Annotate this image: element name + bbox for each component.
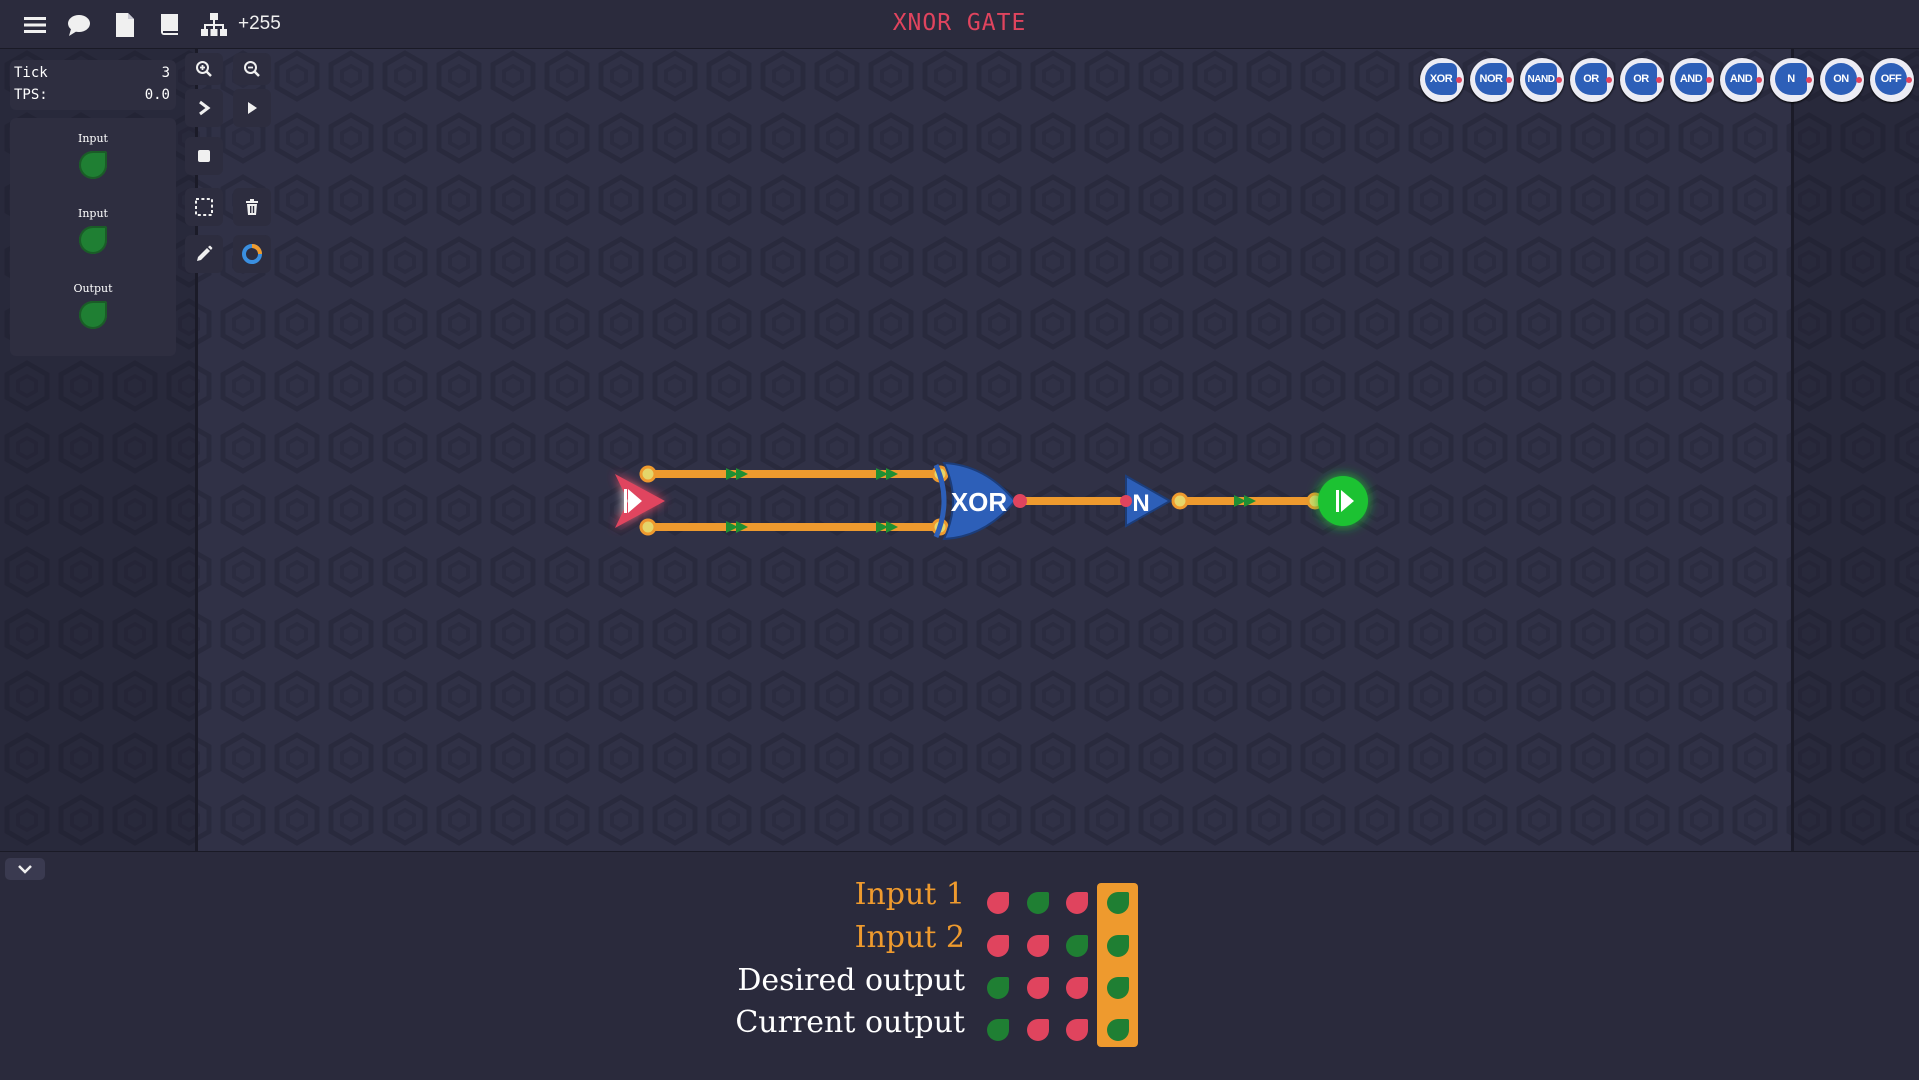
truth-cell	[987, 892, 1009, 914]
palette-on[interactable]: ON	[1820, 58, 1864, 102]
io-input-2[interactable]: Input	[10, 207, 176, 254]
step-icon	[199, 100, 211, 116]
stats-panel: Tick 3 TPS: 0.0	[10, 60, 176, 110]
delete-icon	[246, 199, 258, 215]
truth-label-desired: Desired output	[737, 963, 965, 998]
truth-cell	[1066, 935, 1088, 957]
circuit: XOR N	[615, 461, 1368, 541]
stop-icon	[198, 150, 210, 162]
zoom-in-icon	[196, 61, 212, 77]
step-button[interactable]	[185, 89, 223, 127]
pencil-icon	[197, 245, 213, 261]
truth-label-current: Current output	[735, 1005, 965, 1040]
xor-label: XOR	[951, 487, 1008, 517]
palette-and[interactable]: AND	[1670, 58, 1714, 102]
truth-cell	[1066, 892, 1088, 914]
palette-nand[interactable]: NAND	[1520, 58, 1564, 102]
select-icon	[195, 198, 213, 216]
truth-cell	[1027, 892, 1049, 914]
color-icon	[242, 244, 262, 264]
tick-label: Tick	[14, 65, 48, 81]
truth-cell	[987, 935, 1009, 957]
delete-button[interactable]	[233, 188, 271, 226]
output-node[interactable]	[1318, 476, 1368, 526]
truth-cell	[1107, 935, 1129, 957]
io-output[interactable]: Output	[10, 282, 176, 329]
not-gate[interactable]: N	[1120, 474, 1173, 528]
io-input-1[interactable]: Input	[10, 132, 176, 179]
page-title: XNOR GATE	[892, 10, 1027, 36]
color-button[interactable]	[233, 235, 271, 273]
palette-xor[interactable]: XOR	[1420, 58, 1464, 102]
truth-cell	[1066, 977, 1088, 999]
not-label: N	[1132, 490, 1149, 517]
truth-cell	[1107, 977, 1129, 999]
io-output-indicator	[79, 301, 107, 329]
io-input-2-indicator	[79, 226, 107, 254]
truth-cell	[1027, 1019, 1049, 1041]
collapse-button[interactable]	[5, 858, 45, 880]
truth-cell	[987, 977, 1009, 999]
chevron-down-icon	[18, 865, 32, 874]
truth-cell	[1107, 1019, 1129, 1041]
io-input-1-indicator	[79, 151, 107, 179]
play-button[interactable]	[233, 89, 271, 127]
wire-not-output[interactable]	[1180, 495, 1315, 507]
play-icon	[248, 102, 257, 114]
select-button[interactable]	[185, 188, 223, 226]
truth-cell	[1066, 1019, 1088, 1041]
top-bar: +255 XNOR GATE	[0, 0, 1919, 49]
tick-value: 3	[161, 65, 170, 81]
zoom-in-button[interactable]	[185, 53, 223, 85]
circuit-canvas[interactable]: XOR N Tick 3 TPS: 0.0 Input Input Output…	[0, 49, 1919, 851]
palette-or[interactable]: OR	[1570, 58, 1614, 102]
io-panel: Input Input Output	[10, 118, 176, 356]
palette-and-2[interactable]: AND	[1720, 58, 1764, 102]
zoom-out-icon	[244, 61, 260, 77]
palette-not[interactable]: N	[1770, 58, 1814, 102]
truth-cell	[1107, 892, 1129, 914]
tps-label: TPS:	[14, 87, 48, 103]
pencil-button[interactable]	[185, 235, 223, 273]
input-node[interactable]	[615, 474, 665, 528]
truth-label-input-1: Input 1	[854, 877, 965, 912]
palette-off[interactable]: OFF	[1870, 58, 1914, 102]
xor-gate[interactable]: XOR	[933, 461, 1027, 541]
truth-cell	[987, 1019, 1009, 1041]
truth-cell	[1027, 977, 1049, 999]
palette-or-2[interactable]: OR	[1620, 58, 1664, 102]
zoom-out-button[interactable]	[233, 53, 271, 85]
tps-value: 0.0	[144, 87, 170, 103]
truth-label-input-2: Input 2	[854, 920, 965, 955]
palette-nor[interactable]: NOR	[1470, 58, 1514, 102]
truth-cell	[1027, 935, 1049, 957]
stop-button[interactable]	[185, 137, 223, 175]
wire-input-1[interactable]	[648, 468, 940, 480]
wire-input-2[interactable]	[648, 521, 940, 533]
